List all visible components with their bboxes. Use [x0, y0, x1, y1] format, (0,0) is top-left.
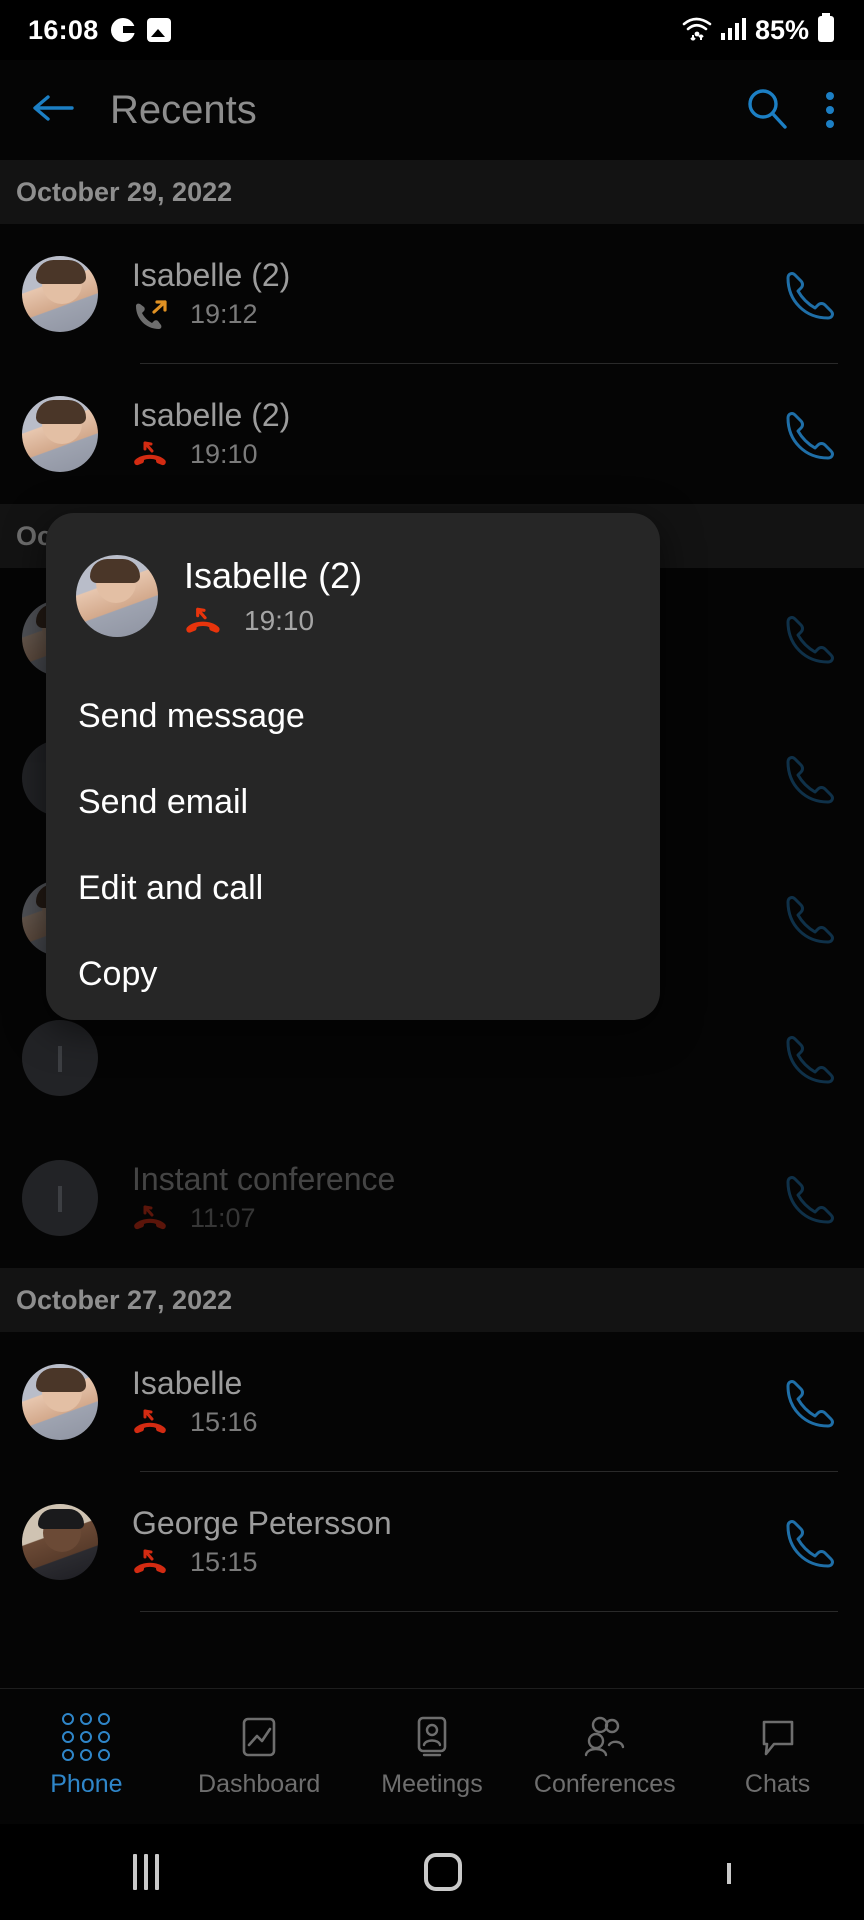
battery-percent: 85% [754, 14, 809, 45]
back-arrow-icon[interactable] [30, 90, 76, 131]
tab-label: Dashboard [198, 1770, 321, 1798]
person-card-icon [406, 1714, 458, 1760]
status-bar-left: 16:08 [28, 15, 171, 46]
chat-bubble-icon [752, 1714, 804, 1760]
row-subtitle: 15:16 [132, 1407, 778, 1438]
contact-name: Isabelle (2) [132, 256, 291, 293]
app-bar-actions [744, 85, 834, 136]
dialog-contact-name: Isabelle (2) [184, 555, 363, 596]
more-options-icon[interactable] [826, 92, 834, 128]
contact-name: Isabelle [132, 1364, 243, 1401]
row-body: George Petersson 15:15 [132, 1504, 778, 1578]
dialog-subtitle: 19:10 [184, 605, 362, 637]
call-time: 11:07 [190, 1203, 256, 1234]
call-button[interactable] [778, 1374, 834, 1430]
date-header: October 29, 2022 [0, 160, 864, 224]
call-button[interactable] [778, 610, 834, 666]
tab-label: Chats [744, 1770, 811, 1798]
menu-item-copy[interactable]: Copy [46, 931, 660, 1017]
call-button[interactable] [778, 1170, 834, 1226]
call-time: 15:15 [190, 1547, 258, 1578]
tab-conferences[interactable]: Conferences [518, 1714, 691, 1799]
row-subtitle: 15:15 [132, 1547, 778, 1578]
back-icon[interactable] [727, 1863, 732, 1884]
outgoing-call-icon [132, 299, 170, 330]
table-row[interactable]: Instant conference 11:07 [0, 1128, 864, 1268]
wifi-icon [681, 15, 713, 46]
avatar [22, 1160, 98, 1236]
battery-icon [816, 12, 836, 48]
app-bar: Recents [0, 60, 864, 160]
row-subtitle: 19:10 [132, 439, 778, 470]
call-time: 15:16 [190, 1407, 258, 1438]
tab-label: Phone [50, 1770, 123, 1798]
screenshot-icon [146, 18, 171, 42]
avatar [22, 1020, 98, 1096]
row-divider [140, 1611, 838, 1612]
search-icon[interactable] [744, 85, 790, 136]
call-button[interactable] [778, 1514, 834, 1570]
missed-call-icon [132, 1548, 170, 1578]
missed-call-icon [132, 1204, 170, 1234]
tab-dashboard[interactable]: Dashboard [173, 1714, 346, 1799]
contact-name: Isabelle (2) [132, 396, 291, 433]
table-row[interactable]: Isabelle 15:16 [0, 1332, 864, 1472]
tab-chats[interactable]: Chats [691, 1714, 864, 1799]
table-row[interactable]: Isabelle (2) 19:10 [0, 364, 864, 504]
signal-icon [720, 16, 748, 45]
bottom-tab-bar: Phone Dashboard Meetings Conferences Cha… [0, 1688, 864, 1824]
status-clock: 16:08 [28, 14, 99, 45]
call-button[interactable] [778, 1030, 834, 1086]
call-button[interactable] [778, 406, 834, 462]
call-button[interactable] [778, 266, 834, 322]
row-body: Isabelle (2) 19:12 [132, 256, 778, 330]
row-body: Isabelle (2) 19:10 [132, 396, 778, 470]
page-title: Recents [110, 87, 257, 132]
android-nav-bar [0, 1824, 864, 1920]
dialog-header: Isabelle (2) 19:10 [46, 513, 660, 637]
dialog-contact-info: Isabelle (2) 19:10 [184, 555, 362, 637]
recents-icon[interactable] [132, 1854, 159, 1890]
phone-screen: 16:08 85% Recents October 29, 2022 Isabe… [0, 0, 864, 1920]
dialpad-icon [60, 1713, 112, 1761]
tab-label: Conferences [533, 1770, 676, 1798]
tab-label: Meetings [381, 1770, 483, 1798]
dialog-call-time: 19:10 [244, 605, 315, 636]
status-bar: 16:08 85% [0, 0, 864, 60]
status-bar-right: 85% [681, 12, 836, 48]
table-row[interactable]: George Petersson 15:15 [0, 1472, 864, 1612]
home-icon[interactable] [423, 1853, 462, 1891]
row-body: Instant conference 11:07 [132, 1160, 778, 1234]
avatar [22, 396, 98, 472]
context-menu-dialog[interactable]: Isabelle (2) 19:10 Send message Send ema… [46, 513, 660, 1020]
avatar [22, 1504, 98, 1580]
avatar [22, 256, 98, 332]
avatar [22, 1364, 98, 1440]
avatar [76, 555, 158, 637]
call-time: 19:10 [190, 439, 258, 470]
menu-item-send-email[interactable]: Send email [46, 759, 660, 845]
tab-phone[interactable]: Phone [0, 1713, 173, 1799]
missed-call-icon [132, 1408, 170, 1438]
menu-item-edit-and-call[interactable]: Edit and call [46, 845, 660, 931]
missed-call-icon [132, 440, 170, 470]
chart-icon [233, 1714, 285, 1760]
date-header: October 27, 2022 [0, 1268, 864, 1332]
tab-meetings[interactable]: Meetings [346, 1714, 519, 1799]
missed-call-icon [184, 606, 222, 636]
call-button[interactable] [778, 750, 834, 806]
row-body: Isabelle 15:16 [132, 1364, 778, 1438]
call-time: 19:12 [190, 299, 258, 330]
contact-name: George Petersson [132, 1504, 392, 1541]
row-subtitle: 11:07 [132, 1203, 778, 1234]
menu-item-send-message[interactable]: Send message [46, 673, 660, 759]
table-row[interactable]: Isabelle (2) 19:12 [0, 224, 864, 364]
grammarly-icon [110, 18, 136, 42]
row-subtitle: 19:12 [132, 299, 778, 330]
dialog-menu: Send message Send email Edit and call Co… [46, 673, 660, 1017]
call-button[interactable] [778, 890, 834, 946]
group-icon [579, 1714, 631, 1760]
contact-name: Instant conference [132, 1160, 396, 1197]
